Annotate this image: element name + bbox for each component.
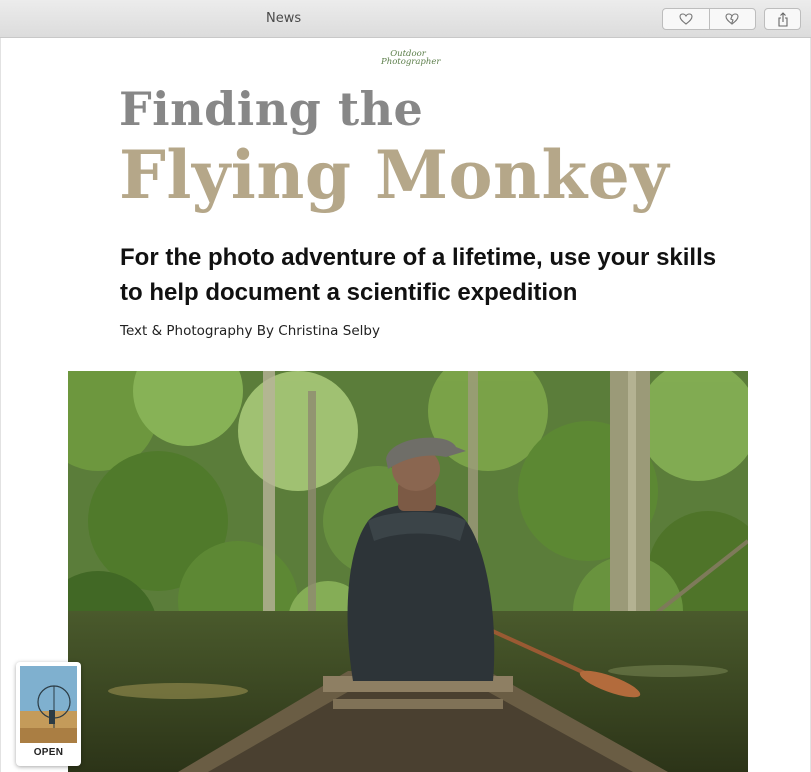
love-button[interactable] (663, 9, 709, 29)
dislike-button[interactable] (708, 9, 756, 29)
heart-icon (679, 13, 693, 25)
share-icon (777, 11, 788, 27)
magazine-cover-thumbnail (20, 666, 77, 743)
subheadline: For the photo adventure of a lifetime, u… (120, 244, 717, 306)
magazine-open-card[interactable]: OPEN (16, 662, 81, 766)
open-label: OPEN (33, 747, 64, 758)
share-button[interactable] (764, 8, 801, 30)
byline: Text & Photography By Christina Selby (120, 323, 380, 339)
headline-line-1: Finding the (119, 82, 424, 136)
feedback-button-group (662, 8, 756, 30)
headline-line-2: Flying Monkey (119, 136, 670, 214)
publication-logo[interactable]: Outdoor Photographer (381, 50, 440, 67)
window-titlebar: News (0, 0, 811, 38)
window-title: News (266, 11, 302, 26)
article-view[interactable]: Outdoor Photographer Finding the Flying … (0, 38, 811, 772)
hero-photo (68, 371, 748, 772)
broken-heart-icon (725, 13, 739, 25)
